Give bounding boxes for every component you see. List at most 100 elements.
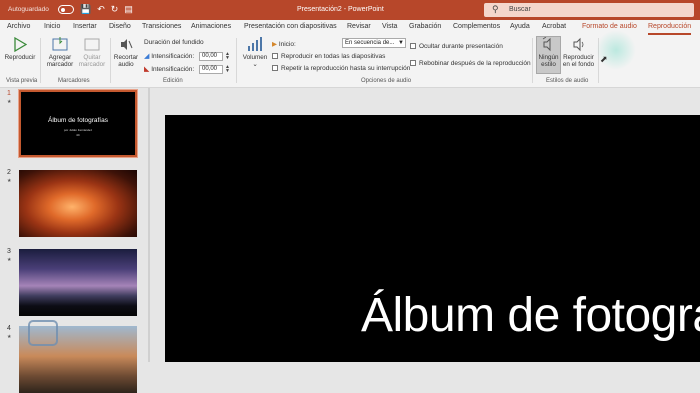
autosave-toggle[interactable] <box>58 5 74 14</box>
title-bar: Autoguardado 💾 ↶ ↻ ▤ Presentación2 - Pow… <box>0 0 700 20</box>
slide-thumbnails-pane: 1 ★ Álbum de fotografías por Julián Fern… <box>0 88 148 393</box>
redo-icon[interactable]: ↻ <box>111 4 119 15</box>
play-across-label: Reproducir en todas las diapositivas <box>281 53 386 60</box>
tab-inicio[interactable]: Inicio <box>44 23 60 30</box>
play-across-checkbox[interactable]: Reproducir en todas las diapositivas <box>272 53 385 60</box>
present-icon[interactable]: ▤ <box>124 4 133 15</box>
bg-label-2: en el fondo <box>562 61 595 68</box>
search-placeholder: Buscar <box>509 6 531 13</box>
fade-in-icon: ◢ <box>144 53 150 60</box>
add-bookmark-icon <box>44 37 76 52</box>
tab-complementos[interactable]: Complementos <box>453 23 500 30</box>
thumb-title: Álbum de fotografías <box>48 117 108 124</box>
tab-archivo[interactable]: Archivo <box>7 23 30 30</box>
checkbox-icon[interactable] <box>410 60 416 66</box>
thumb-subtitle: por Julián Fernández <box>63 128 93 132</box>
mouse-pointer-icon: ⬈ <box>600 54 608 64</box>
play-label: Reproducir <box>4 54 36 61</box>
tab-insertar[interactable]: Insertar <box>73 23 97 30</box>
play-in-background-button[interactable]: Reproducir en el fondo <box>562 37 595 68</box>
no-style-icon <box>537 36 560 52</box>
tab-diseno[interactable]: Diseño <box>109 23 131 30</box>
slide-thumbnail-1[interactable]: Álbum de fotografías por Julián Fernánde… <box>18 89 138 158</box>
tab-ayuda[interactable]: Ayuda <box>510 23 530 30</box>
ribbon: Reproducir Vista previa Agregar marcador… <box>0 35 700 88</box>
main-slide-title[interactable]: Álbum de fotogra <box>361 288 700 343</box>
start-dropdown[interactable]: En secuencia de... ▼ <box>342 38 406 48</box>
ribbon-tabs: Archivo Inicio Insertar Diseño Transicio… <box>0 20 700 35</box>
tab-acrobat[interactable]: Acrobat <box>542 23 566 30</box>
chevron-down-icon: ▼ <box>398 40 404 46</box>
save-icon[interactable]: 💾 <box>80 4 91 15</box>
tab-formato-audio[interactable]: Formato de audio <box>582 23 637 30</box>
bg-label-1: Reproducir <box>563 54 594 61</box>
tab-revisar[interactable]: Revisar <box>347 23 371 30</box>
tab-reproduccion[interactable]: Reproducción <box>648 23 692 35</box>
group-label-bookmarks: Marcadores <box>58 78 90 84</box>
start-label: Inicio: <box>278 41 296 48</box>
tab-vista[interactable]: Vista <box>382 23 397 30</box>
autosave-label: Autoguardado <box>8 6 49 13</box>
thumb-extra: 4C <box>76 133 80 137</box>
trim-label-2: audio <box>118 61 134 68</box>
fade-out-icon: ◣ <box>144 66 150 73</box>
group-separator <box>236 38 237 83</box>
search-box[interactable]: ⚲ Buscar <box>484 3 694 17</box>
remove-bookmark-button[interactable]: Quitar marcador <box>77 37 107 68</box>
slide-number: 3 <box>7 248 11 255</box>
tab-presentacion[interactable]: Presentación con diapositivas <box>244 23 337 30</box>
fade-out-row: ◣ Intensificación: <box>144 65 194 73</box>
play-in-background-icon <box>562 37 595 52</box>
fade-out-input[interactable]: 00,00 <box>199 65 223 74</box>
slide-number: 4 <box>7 325 11 332</box>
add-bookmark-label-1: Agregar <box>48 54 72 61</box>
hide-label: Ocultar durante presentación <box>419 43 503 50</box>
fade-in-spinner-icon[interactable]: ▲ ▼ <box>225 52 230 61</box>
slide-number: 1 <box>7 90 11 97</box>
volume-icon <box>241 37 269 52</box>
add-bookmark-button[interactable]: Agregar marcador <box>44 37 76 68</box>
slide-number: 2 <box>7 169 11 176</box>
audio-object-icon[interactable] <box>28 320 58 346</box>
play-button[interactable]: Reproducir <box>4 36 36 61</box>
fade-out-spinner-icon[interactable]: ▲ ▼ <box>225 65 230 74</box>
checkbox-icon[interactable] <box>410 43 416 49</box>
animation-star-icon: ★ <box>7 178 12 184</box>
no-style-button[interactable]: Ningún estilo <box>536 36 561 74</box>
checkbox-icon[interactable] <box>272 65 278 71</box>
slide-thumbnail-3[interactable] <box>19 249 137 316</box>
search-icon: ⚲ <box>492 4 499 14</box>
start-icon: ▶ <box>272 41 277 48</box>
trim-label-1: Recortar <box>113 54 139 61</box>
loop-label: Repetir la reproducción hasta su interru… <box>281 65 411 72</box>
tab-transiciones[interactable]: Transiciones <box>142 23 181 30</box>
trim-audio-button[interactable]: Recortar audio <box>112 37 140 68</box>
tab-grabacion[interactable]: Grabación <box>409 23 441 30</box>
no-style-label-2: estilo <box>541 61 556 68</box>
tab-animaciones[interactable]: Animaciones <box>191 23 231 30</box>
trim-audio-icon <box>112 37 140 52</box>
slide-thumbnail-2[interactable] <box>19 170 137 237</box>
group-separator <box>532 38 533 83</box>
group-label-audio-options: Opciones de audio <box>361 78 412 84</box>
chevron-down-icon: ⌄ <box>252 61 258 68</box>
start-row: ▶ Inicio: <box>272 40 296 48</box>
hide-checkbox[interactable]: Ocultar durante presentación <box>410 43 503 50</box>
fade-in-row: ◢ Intensificación: <box>144 52 194 60</box>
remove-bookmark-label-2: marcador <box>78 61 106 68</box>
group-label-audio-styles: Estilos de audio <box>546 78 589 84</box>
main-slide-canvas[interactable]: Álbum de fotogra <box>165 115 700 362</box>
volume-label: Volumen <box>242 54 268 61</box>
group-label-preview: Vista previa <box>6 78 38 84</box>
checkbox-icon[interactable] <box>272 53 278 59</box>
animation-star-icon: ★ <box>7 99 12 105</box>
loop-checkbox[interactable]: Repetir la reproducción hasta su interru… <box>272 65 410 72</box>
group-label-editing: Edición <box>163 78 183 84</box>
rewind-checkbox[interactable]: Rebobinar después de la reproducción <box>410 60 531 67</box>
fade-in-input[interactable]: 00,00 <box>199 52 223 61</box>
volume-button[interactable]: Volumen ⌄ <box>241 37 269 68</box>
no-style-label-1: Ningún <box>538 54 559 61</box>
group-separator <box>110 38 111 83</box>
animation-star-icon: ★ <box>7 257 12 263</box>
undo-icon[interactable]: ↶ <box>97 4 105 15</box>
